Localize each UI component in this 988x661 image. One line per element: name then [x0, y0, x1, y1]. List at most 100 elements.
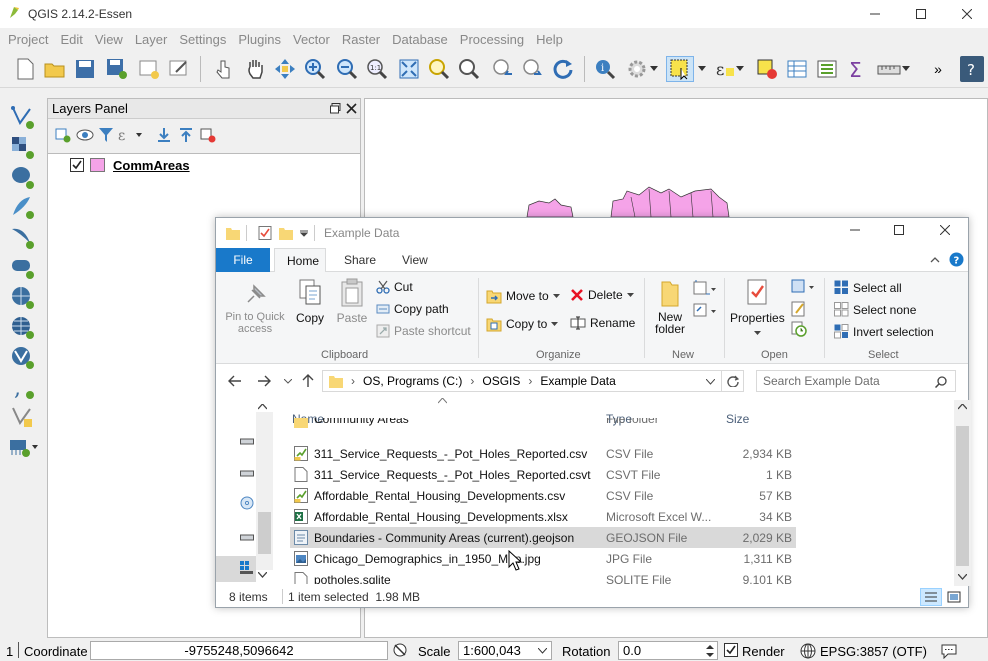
spin-arrows-icon[interactable]	[706, 644, 714, 658]
minimize-button[interactable]	[852, 0, 898, 28]
toggle-extents-icon[interactable]	[392, 642, 408, 658]
add-wms-layer-button[interactable]	[8, 284, 38, 310]
file-row[interactable]: Boundaries - Community Areas (current).g…	[290, 527, 796, 548]
invert-selection-button[interactable]: Invert selection	[834, 324, 934, 339]
paste-button[interactable]: Paste	[334, 278, 370, 325]
pan-map-button[interactable]	[242, 56, 268, 82]
menu-view[interactable]: View	[89, 32, 129, 47]
up-arrow-icon[interactable]	[302, 374, 314, 388]
file-row[interactable]: 311_Service_Requests_-_Pot_Holes_Reporte…	[290, 443, 796, 464]
breadcrumb-osgis[interactable]: OSGIS	[482, 374, 520, 388]
refresh-button[interactable]	[550, 56, 576, 82]
file-row[interactable]: Chicago_Demographics_in_1950_Map.jpg JPG …	[290, 548, 796, 569]
large-icons-view-button[interactable]	[944, 588, 964, 606]
zoom-native-button[interactable]: 1:1	[364, 56, 390, 82]
file-row[interactable]: 311_Service_Requests_-_Pot_Holes_Reporte…	[290, 464, 796, 485]
toolbar-overflow-button[interactable]: »	[928, 56, 948, 82]
add-group-icon[interactable]	[54, 127, 72, 143]
add-db2-layer-button[interactable]	[8, 254, 38, 280]
path-breadcrumb[interactable]: › OS, Programs (C:) › OSGIS › Example Da…	[322, 370, 722, 392]
breadcrumb-drive[interactable]: OS, Programs (C:)	[363, 374, 462, 388]
close-panel-icon[interactable]	[346, 103, 357, 114]
zoom-to-selection-button[interactable]	[426, 56, 452, 82]
add-delimited-text-button[interactable]: ,	[8, 374, 38, 400]
measure-dropdown[interactable]	[900, 56, 912, 82]
drive-icon[interactable]	[240, 470, 254, 478]
render-checkbox[interactable]	[724, 643, 738, 657]
tab-file[interactable]: File	[216, 248, 270, 272]
close-button[interactable]	[944, 0, 988, 28]
cut-button[interactable]: Cut	[376, 280, 413, 294]
customize-qat-icon[interactable]	[300, 230, 308, 238]
run-feature-action-button[interactable]	[624, 56, 650, 82]
recent-locations-icon[interactable]	[284, 379, 292, 384]
identify-button[interactable]: i	[592, 56, 618, 82]
field-calculator-button[interactable]	[814, 56, 840, 82]
history-icon[interactable]	[790, 320, 808, 338]
menu-plugins[interactable]: Plugins	[232, 32, 287, 47]
explorer-close-button[interactable]	[922, 216, 968, 244]
file-row[interactable]: Affordable_Rental_Housing_Developments.c…	[290, 485, 796, 506]
help-button[interactable]: ?	[960, 56, 984, 82]
file-row[interactable]: potholes.sqlite SQLITE File 9,101 KB	[290, 569, 796, 584]
add-spatialite-layer-button[interactable]	[8, 194, 38, 220]
edit-icon[interactable]	[790, 300, 808, 318]
file-row[interactable]: Community Areas File folder	[290, 418, 796, 428]
drive-icon[interactable]	[240, 438, 254, 446]
new-shapefile-button[interactable]	[8, 404, 38, 430]
copy-path-button[interactable]: Copy path	[376, 302, 449, 316]
move-to-button[interactable]: Move to	[486, 288, 560, 304]
nav-selected-item[interactable]	[216, 556, 256, 582]
select-dropdown[interactable]	[696, 56, 708, 82]
expand-all-icon[interactable]	[156, 127, 172, 143]
search-input[interactable]: Search Example Data	[756, 370, 956, 392]
messages-icon[interactable]	[940, 643, 958, 659]
statistics-button[interactable]: Σ	[844, 56, 870, 82]
open-project-button[interactable]	[42, 56, 68, 82]
composer-manager-button[interactable]	[166, 56, 192, 82]
add-virtual-layer-button[interactable]	[8, 434, 38, 460]
add-wfs-layer-button[interactable]	[8, 344, 38, 370]
open-icon[interactable]	[790, 278, 816, 296]
properties-quick-icon[interactable]	[258, 226, 272, 240]
back-arrow-icon[interactable]	[228, 375, 242, 387]
collapse-all-icon[interactable]	[178, 127, 194, 143]
new-print-composer-button[interactable]	[136, 56, 162, 82]
copy-button[interactable]: Copy	[292, 278, 328, 325]
layer-item-commareas[interactable]: CommAreas	[70, 155, 270, 175]
forward-arrow-icon[interactable]	[257, 375, 271, 387]
zoom-in-button[interactable]	[302, 56, 328, 82]
dvd-drive-icon[interactable]	[240, 496, 254, 510]
manage-layers-visibility-icon[interactable]	[76, 127, 94, 143]
tab-share[interactable]: Share	[332, 248, 388, 272]
explorer-minimize-button[interactable]	[832, 216, 878, 244]
remove-layer-icon[interactable]	[200, 127, 216, 143]
filter-legend-icon[interactable]	[98, 127, 114, 143]
add-postgis-layer-button[interactable]	[8, 164, 38, 190]
menu-database[interactable]: Database	[386, 32, 454, 47]
add-mssql-layer-button[interactable]	[8, 224, 38, 250]
zoom-full-button[interactable]	[396, 56, 422, 82]
details-view-button[interactable]	[920, 588, 942, 606]
pin-to-quick-access-button[interactable]: Pin to Quick access	[222, 282, 288, 335]
paste-shortcut-button[interactable]: Paste shortcut	[376, 324, 471, 338]
menu-project[interactable]: Project	[2, 32, 54, 47]
menu-settings[interactable]: Settings	[173, 32, 232, 47]
rotation-spinbox[interactable]: 0.0	[618, 641, 718, 660]
save-project-button[interactable]	[72, 56, 98, 82]
measure-button[interactable]	[876, 56, 902, 82]
expression-dropdown[interactable]	[734, 56, 746, 82]
menu-edit[interactable]: Edit	[54, 32, 88, 47]
add-vector-layer-button[interactable]	[8, 104, 38, 130]
properties-button[interactable]: Properties	[730, 278, 785, 339]
float-panel-icon[interactable]	[330, 103, 341, 114]
crs-globe-icon[interactable]	[800, 643, 816, 659]
new-project-button[interactable]	[12, 56, 38, 82]
select-none-button[interactable]: Select none	[834, 302, 916, 317]
touch-zoom-button[interactable]	[210, 56, 236, 82]
new-folder-quick-icon[interactable]	[279, 226, 293, 240]
collapse-ribbon-icon[interactable]	[930, 256, 940, 263]
coordinate-field[interactable]: -9755248,5096642	[90, 641, 388, 660]
menu-help[interactable]: Help	[530, 32, 569, 47]
refresh-button[interactable]	[722, 370, 744, 392]
